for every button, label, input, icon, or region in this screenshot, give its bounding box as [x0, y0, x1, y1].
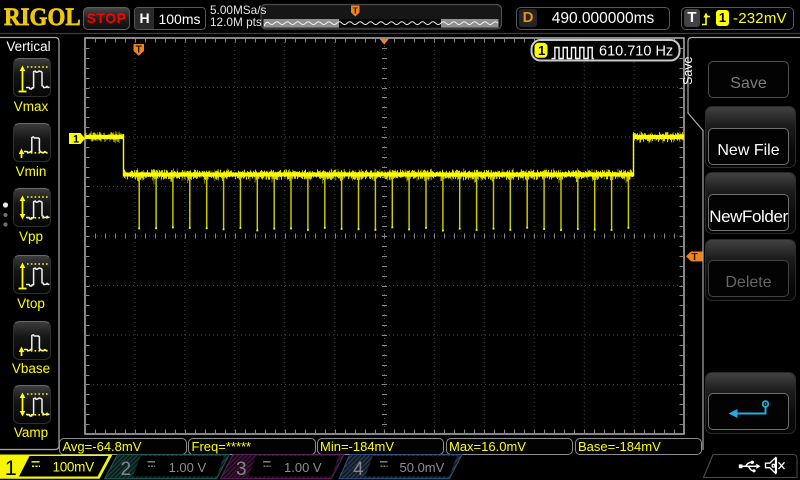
svg-text:2: 2	[121, 459, 132, 480]
svg-text:100mV: 100mV	[53, 459, 95, 474]
svg-text:1.00 V: 1.00 V	[169, 460, 207, 475]
svg-text:4: 4	[353, 459, 364, 480]
svg-text:1.00 V: 1.00 V	[284, 460, 322, 475]
svg-text:1: 1	[5, 456, 17, 480]
svg-text:50.0mV: 50.0mV	[400, 460, 445, 475]
svg-text:3: 3	[236, 459, 247, 480]
